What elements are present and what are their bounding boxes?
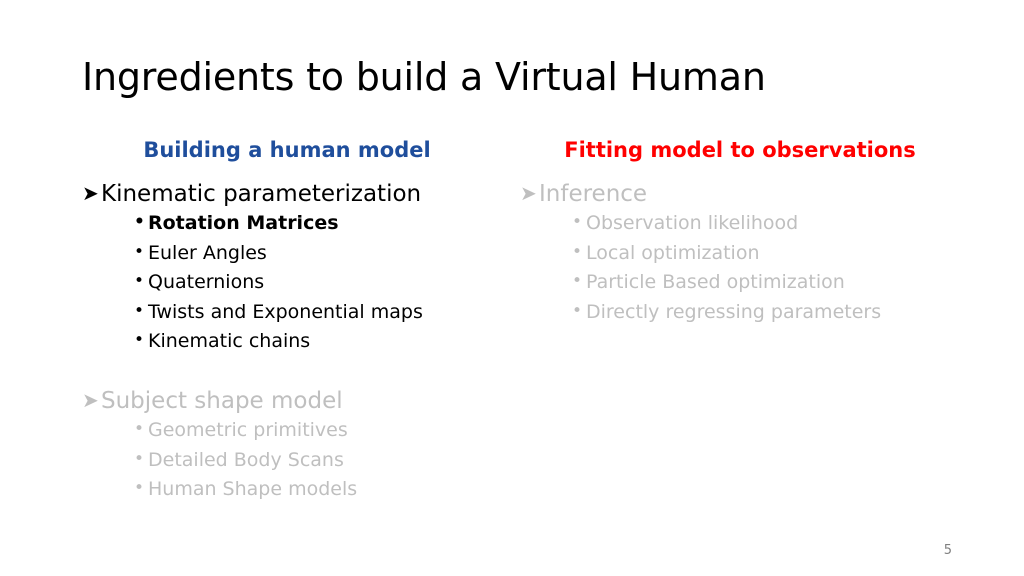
list-item: • Geometric primitives	[134, 416, 502, 445]
list-item: • Euler Angles	[134, 239, 502, 268]
list-item: • Human Shape models	[134, 475, 502, 504]
dot-bullet-icon: •	[134, 477, 145, 498]
dot-bullet-icon: •	[572, 241, 583, 262]
page-title: Ingredients to build a Virtual Human	[82, 55, 766, 99]
right-column-heading: Fitting model to observations	[564, 138, 916, 162]
right-column: Fitting model to observations ➤ Inferenc…	[520, 138, 960, 327]
list-item: ➤ Inference	[520, 180, 960, 209]
list-item: • Detailed Body Scans	[134, 446, 502, 475]
list-item: • Twists and Exponential maps	[134, 298, 502, 327]
list-item: • Observation likelihood	[572, 209, 960, 238]
list-item-label: Directly regressing parameters	[586, 300, 882, 323]
list-item: • Kinematic chains	[134, 327, 502, 356]
list-item-label: Kinematic parameterization	[101, 181, 422, 207]
dot-bullet-icon: •	[134, 419, 145, 440]
dot-bullet-icon: •	[134, 330, 145, 351]
dot-bullet-icon: •	[134, 300, 145, 321]
dot-bullet-icon: •	[134, 212, 145, 233]
list-item-label: Particle Based optimization	[586, 271, 845, 294]
arrow-bullet-icon: ➤	[82, 387, 99, 412]
list-item-label: Inference	[539, 181, 648, 207]
list-item-label: Euler Angles	[148, 241, 267, 264]
left-column-heading: Building a human model	[143, 138, 431, 162]
list-item-label: Human Shape models	[148, 477, 358, 500]
list-item-label: Local optimization	[586, 241, 760, 264]
slide: Ingredients to build a Virtual Human Bui…	[0, 0, 1024, 576]
list-item: ➤ Kinematic parameterization	[82, 180, 502, 209]
list-item-label: Detailed Body Scans	[148, 448, 344, 471]
list-item-label: Rotation Matrices	[148, 212, 339, 235]
dot-bullet-icon: •	[134, 448, 145, 469]
arrow-bullet-icon: ➤	[520, 181, 537, 205]
list-item-label: Geometric primitives	[148, 419, 348, 442]
list-item: • Rotation Matrices	[134, 209, 502, 238]
list-item: • Directly regressing parameters	[572, 298, 960, 327]
dot-bullet-icon: •	[572, 212, 583, 233]
list-item: • Particle Based optimization	[572, 268, 960, 297]
list-item: • Local optimization	[572, 239, 960, 268]
arrow-bullet-icon: ➤	[82, 181, 99, 205]
list-item-label: Kinematic chains	[148, 330, 311, 353]
dot-bullet-icon: •	[572, 300, 583, 321]
list-item: • Quaternions	[134, 268, 502, 297]
list-item-label: Twists and Exponential maps	[148, 300, 423, 323]
dot-bullet-icon: •	[134, 241, 145, 262]
list-item: ➤ Subject shape model	[82, 387, 502, 416]
page-number: 5	[943, 543, 952, 558]
dot-bullet-icon: •	[134, 271, 145, 292]
list-item-label: Quaternions	[148, 271, 265, 294]
dot-bullet-icon: •	[572, 271, 583, 292]
left-column: Building a human model ➤ Kinematic param…	[82, 138, 502, 504]
list-item-label: Observation likelihood	[586, 212, 799, 235]
list-item-label: Subject shape model	[101, 387, 343, 414]
